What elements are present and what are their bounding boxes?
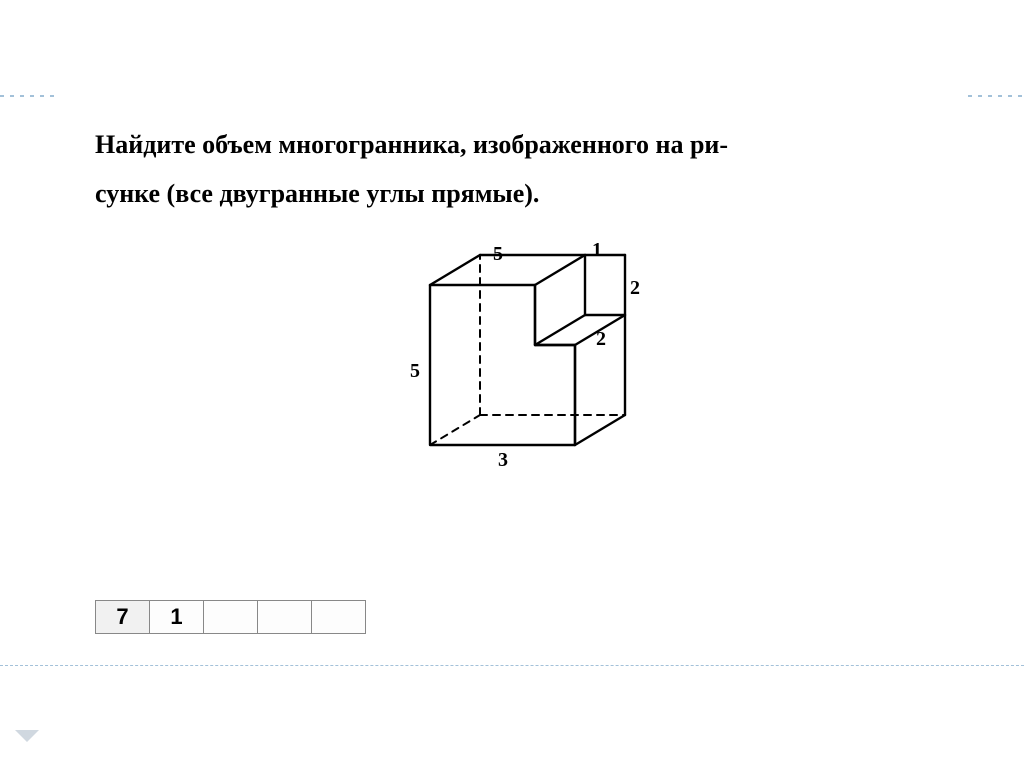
page: { "problem": { "line1": "Найдите объем м… xyxy=(0,0,1024,767)
problem-text: Найдите объем многогранника, изображенно… xyxy=(95,120,925,219)
polyhedron-figure: 5 1 2 2 5 3 xyxy=(380,215,680,485)
dim-notch-width: 1 xyxy=(592,239,602,262)
problem-line-2: сунке (все двугранные углы прямые). xyxy=(95,179,539,208)
answer-cell: 1 xyxy=(149,600,204,634)
polyhedron-svg xyxy=(380,215,680,485)
corner-arrow-icon xyxy=(15,730,39,742)
answer-grid: 7 1 xyxy=(95,600,366,634)
answer-cell xyxy=(203,600,258,634)
answer-cell xyxy=(311,600,366,634)
dim-front-height: 5 xyxy=(410,360,420,383)
problem-line-1: Найдите объем многогранника, изображенно… xyxy=(95,130,728,159)
dim-top-depth: 5 xyxy=(493,243,503,266)
dim-notch-height: 2 xyxy=(630,277,640,300)
answer-cell: 7 xyxy=(95,600,150,634)
answer-cell xyxy=(257,600,312,634)
dim-front-width: 3 xyxy=(498,449,508,472)
dim-notch-depth: 2 xyxy=(596,328,606,351)
divider-top-right xyxy=(968,95,1024,97)
divider-top-left xyxy=(0,95,56,97)
divider-bottom xyxy=(0,665,1024,666)
